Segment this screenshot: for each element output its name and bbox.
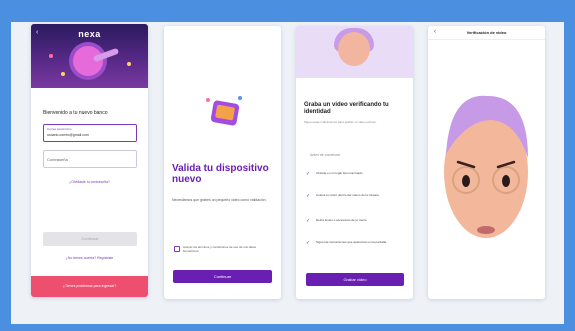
forgot-password-link[interactable]: ¿Olvidaste tu contraseña?	[31, 180, 148, 184]
instruction-text: Sigue las instrucciones que aparezcan en…	[316, 240, 387, 244]
device-illustration	[206, 96, 242, 126]
instructions-subtitle: Sigue estas indicaciones para grabar un …	[304, 120, 377, 124]
register-link[interactable]: ¿No tienes cuenta? Regístrate	[31, 256, 148, 260]
login-heading: Bienvenido a tu nuevo banco	[43, 110, 108, 116]
checkbox-icon[interactable]	[174, 246, 180, 252]
decor-dot	[61, 72, 65, 76]
brand-logo: nexa	[78, 29, 101, 39]
check-icon: ✓	[306, 171, 311, 177]
check-icon: ✓	[306, 218, 311, 224]
email-field[interactable]: Correo electrónico usuario.correo@gmail.…	[43, 124, 137, 142]
section-label: Antes de comenzar	[310, 153, 341, 157]
instruction-text: Coloca tu rostro dentro del marco de la …	[316, 193, 380, 197]
email-value: usuario.correo@gmail.com	[47, 133, 89, 137]
help-footer-label: ¿Tienes problemas para ingresar?	[62, 284, 117, 288]
help-footer[interactable]: ¿Tienes problemas para ingresar?	[31, 276, 148, 297]
validate-description: Necesitamos que grabes un pequeño video …	[172, 198, 267, 202]
top-bar: ‹ Verificación de video	[428, 26, 545, 40]
instruction-text: Retira lentes o accesorios de tu rostro.	[316, 218, 368, 222]
password-placeholder: Contraseña	[47, 157, 68, 162]
decor-dot	[49, 54, 53, 58]
avatar-face	[338, 32, 370, 66]
check-icon: ✓	[306, 193, 311, 199]
video-instructions-screen: Graba un video verificando tu identidad …	[296, 26, 413, 299]
login-button-label: Continuar	[81, 236, 99, 241]
validate-device-screen: Valida tu dispositivo nuevo Necesitamos …	[164, 26, 281, 299]
continue-button[interactable]: Continuar	[173, 270, 272, 283]
login-button[interactable]: Continuar	[43, 232, 137, 246]
record-video-button[interactable]: Grabar video	[306, 273, 404, 286]
continue-button-label: Continuar	[213, 274, 232, 279]
email-label: Correo electrónico	[47, 127, 72, 131]
validate-title: Valida tu dispositivo nuevo	[172, 163, 269, 185]
consent-checkbox[interactable]: Acepto los términos y condiciones de uso…	[174, 244, 272, 256]
video-verification-screen: ‹ Verificación de video	[428, 26, 545, 299]
record-video-label: Grabar video	[343, 277, 367, 282]
key-illustration	[73, 46, 103, 76]
screen-title: Verificación de video	[466, 30, 507, 35]
instruction-text: Ubícate en un lugar bien iluminado.	[316, 171, 364, 175]
decor-dot	[127, 62, 131, 66]
avatar-hero	[296, 26, 413, 78]
camera-avatar-preview	[444, 95, 528, 238]
check-icon: ✓	[306, 240, 311, 246]
instructions-title: Graba un video verificando tu identidad	[304, 102, 389, 115]
login-hero: ‹ nexa	[31, 24, 148, 88]
consent-text: Acepto los términos y condiciones de uso…	[183, 245, 257, 253]
password-field[interactable]: Contraseña	[43, 150, 137, 168]
login-screen: ‹ nexa Bienvenido a tu nuevo banco Corre…	[31, 24, 148, 297]
